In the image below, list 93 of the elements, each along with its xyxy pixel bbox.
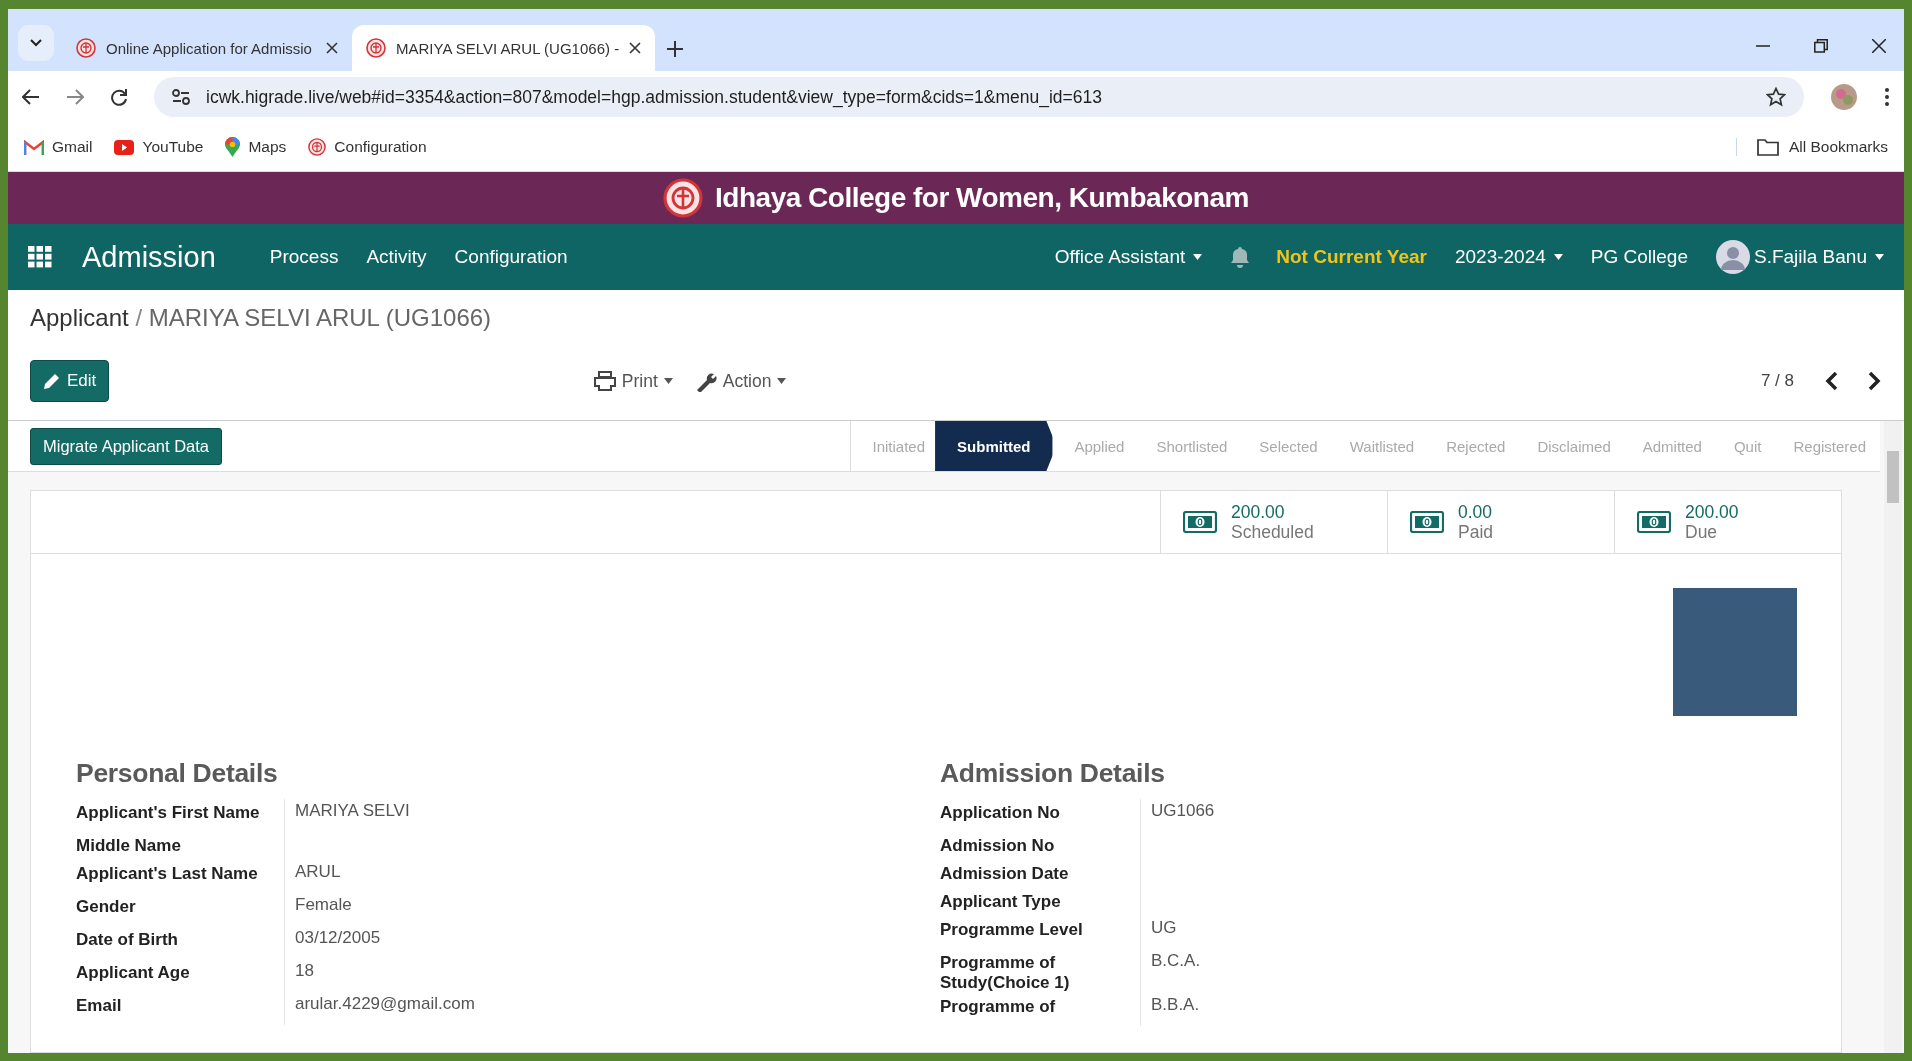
bookmark-link[interactable]: YouTube [114, 138, 204, 156]
college-crest-icon [663, 178, 704, 218]
field-label: Programme of [940, 993, 1141, 1026]
menu-link[interactable]: Configuration [454, 246, 568, 268]
money-icon [1410, 511, 1444, 533]
field-label: Middle Name [76, 832, 285, 860]
tab-list-button[interactable] [18, 25, 54, 61]
field-label: Admission No [940, 832, 1141, 860]
caret-icon [777, 378, 787, 384]
money-icon [1183, 511, 1217, 533]
college-title: Idhaya College for Women, Kumbakonam [715, 182, 1249, 214]
field-value: UG [1150, 917, 1177, 939]
chevron-left-icon[interactable] [1824, 371, 1838, 391]
field-label: Applicant Type [940, 888, 1141, 916]
field-label: Programme of Study(Choice 1) [940, 949, 1141, 993]
field-label: Gender [76, 893, 285, 926]
menu-link[interactable]: Activity [366, 246, 427, 268]
play-icon [114, 139, 135, 155]
map-pin-icon [225, 137, 241, 157]
profile-avatar-icon[interactable] [1830, 83, 1858, 111]
field-value: MARIYA SELVI [294, 800, 410, 822]
all-bookmarks-link[interactable]: All Bookmarks [1735, 138, 1888, 156]
field-value: arular.4229@gmail.com [294, 993, 475, 1015]
section-title: Personal Details [76, 758, 279, 789]
site-settings-icon[interactable] [172, 89, 190, 105]
close-icon[interactable] [1872, 39, 1886, 53]
field-value: 18 [294, 960, 314, 982]
folder-icon [1756, 138, 1779, 156]
role-dropdown[interactable]: Office Assistant [1054, 246, 1203, 268]
money-icon [1637, 511, 1671, 533]
apps-grid-icon[interactable] [28, 246, 52, 268]
new-tab-icon[interactable] [667, 41, 684, 57]
company-link[interactable]: PG College [1590, 246, 1688, 268]
year-warning: Not Current Year [1276, 246, 1427, 268]
user-avatar-icon [1716, 240, 1750, 274]
field-value: Female [294, 894, 352, 916]
action-dropdown[interactable]: Action [694, 370, 787, 392]
field-value: 03/12/2005 [294, 927, 381, 949]
breadcrumb-separator: / [135, 304, 143, 331]
field-label: Email [76, 992, 285, 1025]
reload-icon[interactable] [110, 88, 128, 106]
field-label: Programme Level [940, 916, 1141, 949]
breadcrumb-link[interactable]: Applicant [30, 304, 129, 331]
forward-arrow-icon[interactable] [66, 89, 84, 105]
field-value: B.C.A. [1150, 950, 1201, 972]
user-menu[interactable]: S.Fajila Banu [1754, 246, 1884, 268]
field-value: ARUL [294, 861, 341, 883]
bookmark-link[interactable]: Gmail [24, 138, 93, 156]
college-logo-icon [76, 38, 96, 58]
field-value: B.B.A. [1150, 994, 1200, 1016]
pencil-icon [43, 372, 61, 390]
star-icon[interactable] [1766, 87, 1786, 107]
address-bar[interactable]: icwk.higrade.live/web#id=3354&action=807&model=hgp.admission.student&view_type=form&cids=1&menu_id=613 [154, 77, 1804, 117]
field-label: Date of Birth [76, 926, 285, 959]
stat-button[interactable]: 0.00 Paid [1387, 491, 1614, 553]
mail-icon [24, 139, 44, 155]
breadcrumb-current: MARIYA SELVI ARUL (UG1066) [148, 304, 492, 331]
year-dropdown[interactable]: 2023-2024 [1454, 246, 1563, 268]
pager-counter: 7 / 8 [1760, 371, 1794, 391]
chevron-right-icon[interactable] [1868, 371, 1882, 391]
caret-icon [663, 378, 673, 384]
college-logo-icon [308, 138, 327, 156]
back-arrow-icon[interactable] [22, 89, 40, 105]
field-label: Applicant's Last Name [76, 860, 285, 893]
field-label: Application No [940, 799, 1141, 832]
edit-button[interactable]: Edit [30, 360, 110, 402]
scrollbar[interactable] [1884, 421, 1902, 1053]
caret-icon [1553, 254, 1563, 260]
bell-icon[interactable] [1230, 246, 1251, 268]
caret-icon [1875, 254, 1884, 260]
migrate-button[interactable]: Migrate Applicant Data [30, 427, 222, 465]
field-label: Applicant Age [76, 959, 285, 992]
college-logo-icon [366, 38, 386, 58]
app-title: Admission [82, 240, 216, 274]
caret-icon [1193, 254, 1203, 260]
close-icon[interactable] [629, 42, 642, 54]
close-icon[interactable] [326, 42, 338, 54]
stat-button[interactable]: 200.00 Due [1614, 491, 1841, 553]
browser-tab[interactable]: Online Application for Admissio [62, 25, 352, 71]
printer-icon [593, 371, 616, 391]
menu-link[interactable]: Process [269, 246, 339, 268]
bookmark-link[interactable]: Maps [225, 137, 287, 157]
field-label: Applicant's First Name [76, 799, 285, 832]
print-dropdown[interactable]: Print [593, 370, 673, 392]
bookmark-link[interactable]: Configuration [308, 138, 427, 156]
chevron-down-icon [30, 39, 42, 47]
restore-icon[interactable] [1814, 39, 1828, 53]
more-menu-icon[interactable] [1884, 87, 1890, 107]
browser-tab[interactable]: MARIYA SELVI ARUL (UG1066) - [352, 25, 656, 71]
stat-button[interactable]: 200.00 Scheduled [1160, 491, 1387, 553]
field-label: Admission Date [940, 860, 1141, 888]
field-value: UG1066 [1150, 800, 1215, 822]
section-title: Admission Details [940, 758, 1166, 789]
